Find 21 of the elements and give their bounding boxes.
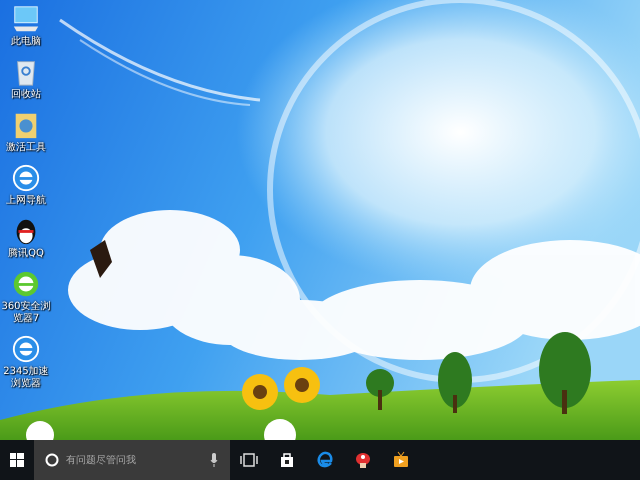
tree xyxy=(438,352,472,413)
browser-e-icon[interactable] xyxy=(11,334,41,364)
icon-label[interactable]: 上网导航 xyxy=(1,195,51,207)
icon-label[interactable]: 回收站 xyxy=(1,89,51,101)
icon-label[interactable]: 激活工具 xyxy=(1,142,51,154)
icon-label[interactable]: 2345加速浏览器 xyxy=(1,366,51,390)
sunflower xyxy=(242,374,278,410)
browser-e-icon[interactable] xyxy=(11,163,41,193)
sunflower xyxy=(284,367,320,403)
browser-e-icon[interactable] xyxy=(11,269,41,299)
circle-icon xyxy=(45,453,59,467)
icon-label[interactable]: 腾讯QQ xyxy=(1,248,51,260)
icon-label[interactable]: 此电脑 xyxy=(1,36,51,48)
tree xyxy=(366,369,394,410)
search-field[interactable]: 有问题尽管问我 xyxy=(34,440,230,480)
windows-logo-icon xyxy=(10,453,24,467)
computer-icon[interactable] xyxy=(11,4,41,34)
icon-label[interactable]: 360安全浏览器7 xyxy=(1,301,51,325)
daisy xyxy=(264,419,296,440)
daisy xyxy=(26,421,54,440)
microphone-icon[interactable] xyxy=(210,453,218,467)
